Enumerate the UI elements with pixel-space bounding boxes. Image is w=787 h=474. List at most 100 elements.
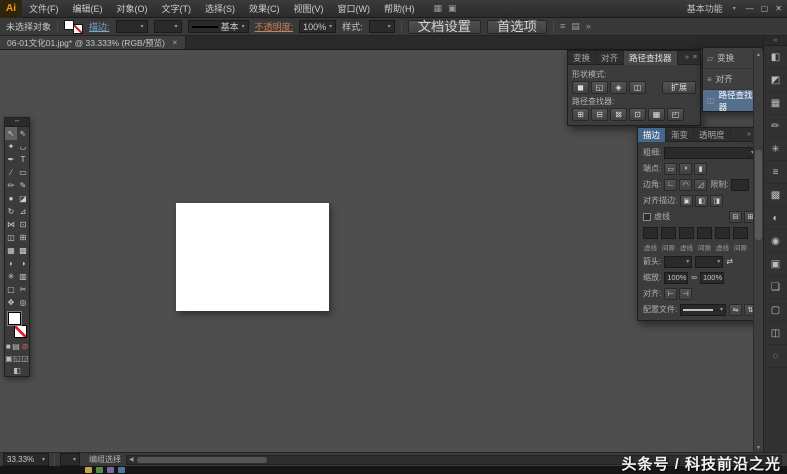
taskbar-icon[interactable] — [85, 467, 92, 473]
symbols-panel-icon[interactable]: ✳ — [764, 138, 787, 161]
panel-tab[interactable]: 渐变 — [666, 127, 695, 142]
draw-inside-button[interactable]: ◲ — [21, 354, 29, 363]
symbol-sprayer-tool[interactable]: ✳ — [5, 270, 17, 283]
expand-button[interactable]: 扩展 — [662, 81, 696, 94]
gap-field[interactable] — [661, 226, 676, 239]
panel-menu-icon[interactable]: ≡ — [693, 54, 697, 61]
more-options-icon[interactable]: » — [586, 21, 591, 32]
screen-mode-button[interactable]: ◧ — [13, 366, 21, 375]
dash-field[interactable] — [679, 226, 694, 239]
link-scale-icon[interactable]: ∞ — [691, 273, 697, 282]
stroke-inside-button[interactable]: ◧ — [695, 194, 709, 207]
crop-button[interactable]: ⊡ — [629, 108, 646, 121]
tools-panel-header[interactable]: •• — [5, 118, 29, 127]
draw-behind-button[interactable]: ◱ — [13, 354, 21, 363]
color-button[interactable]: ■ — [6, 342, 11, 351]
rectangle-tool[interactable]: ▭ — [17, 166, 29, 179]
gap-field[interactable] — [733, 226, 748, 239]
expand-dock-icon[interactable]: « — [764, 36, 787, 46]
exclude-button[interactable]: ◫ — [629, 81, 646, 94]
navigator-panel-icon[interactable]: ◌ — [764, 345, 787, 368]
divide-button[interactable]: ⊞ — [572, 108, 589, 121]
line-segment-tool[interactable]: ∕ — [5, 166, 17, 179]
opacity-link[interactable]: 不透明度: — [255, 20, 294, 33]
stroke-center-button[interactable]: ▣ — [680, 194, 694, 207]
arrow-extend-button[interactable]: ⊢ — [664, 287, 678, 300]
magic-wand-tool[interactable]: ✦ — [5, 140, 17, 153]
minimize-button[interactable]: — — [746, 4, 754, 13]
vertical-scrollbar[interactable]: ▲ ▼ — [753, 50, 763, 452]
projecting-cap-button[interactable]: ▮ — [694, 162, 708, 175]
transform-icon[interactable]: ▤ — [571, 21, 580, 32]
perspective-grid-tool[interactable]: ⊞ — [17, 231, 29, 244]
transparency-panel-icon[interactable]: ◐ — [764, 207, 787, 230]
round-cap-button[interactable]: ◖ — [679, 162, 693, 175]
none-button[interactable]: ⊘ — [21, 342, 28, 351]
arrow-scale-start-field[interactable]: 100% — [664, 271, 689, 284]
scroll-down-icon[interactable]: ▼ — [754, 443, 763, 452]
opacity-dropdown[interactable]: 100% ▾ — [299, 20, 337, 33]
links-panel-icon[interactable]: ◫ — [764, 322, 787, 345]
menu-item[interactable]: 编辑(E) — [66, 0, 110, 18]
outline-button[interactable]: ▦ — [648, 108, 665, 121]
menu-item[interactable]: 视图(V) — [287, 0, 331, 18]
weight-dropdown[interactable]: ▾ — [664, 146, 757, 159]
intersect-button[interactable]: ◈ — [610, 81, 627, 94]
artboard-nav-dropdown[interactable]: ▾ — [60, 453, 80, 466]
rotate-tool[interactable]: ↻ — [5, 205, 17, 218]
minus-back-button[interactable]: ◰ — [667, 108, 684, 121]
type-tool[interactable]: T — [17, 153, 29, 166]
flip-along-button[interactable]: ⇋ — [729, 303, 742, 316]
chevron-down-icon[interactable]: ▾ — [733, 5, 736, 12]
preferences-button[interactable]: 首选项 — [487, 19, 547, 34]
pen-tool[interactable]: ✒ — [5, 153, 17, 166]
variable-width-dropdown[interactable]: ▾ — [153, 20, 182, 33]
dash-field[interactable] — [643, 226, 658, 239]
brush-definition-dropdown[interactable]: 基本 ▾ — [187, 20, 249, 33]
close-icon[interactable]: ✕ — [172, 39, 178, 47]
artboards-panel-icon[interactable]: ▢ — [764, 299, 787, 322]
color-guide-panel-icon[interactable]: ◩ — [764, 69, 787, 92]
swatches-panel-icon[interactable]: ▦ — [764, 92, 787, 115]
arrow-place-button[interactable]: ⊣ — [679, 287, 693, 300]
stroke-weight-dropdown[interactable]: ▾ — [115, 20, 148, 33]
swap-arrowheads-icon[interactable]: ⇄ — [726, 257, 733, 266]
arrow-start-dropdown[interactable]: ▾ — [664, 255, 693, 268]
width-tool[interactable]: ⋈ — [5, 218, 17, 231]
blob-brush-tool[interactable]: ● — [5, 192, 17, 205]
document-tab[interactable]: 06-01文化01.jpg* @ 33.333% (RGB/预览) ✕ — [0, 36, 186, 49]
stroke-outside-button[interactable]: ◨ — [710, 194, 724, 207]
maximize-button[interactable]: ▢ — [761, 4, 769, 13]
arrange-documents-icon[interactable]: ▣ — [448, 3, 457, 14]
taskbar-icon[interactable] — [118, 467, 125, 473]
pencil-tool[interactable]: ✎ — [17, 179, 29, 192]
eyedropper-tool[interactable]: ◗ — [5, 257, 17, 270]
scroll-up-icon[interactable]: ▲ — [754, 50, 763, 59]
panel-tab[interactable]: 路径查找器 — [624, 50, 678, 65]
taskbar-icon[interactable] — [96, 467, 103, 473]
menu-item[interactable]: 窗口(W) — [331, 0, 378, 18]
scale-tool[interactable]: ⊿ — [17, 205, 29, 218]
brushes-panel-icon[interactable]: ✏ — [764, 115, 787, 138]
dashed-line-checkbox[interactable] — [643, 212, 651, 221]
zoom-dropdown[interactable]: 33.33% ▾ — [3, 453, 49, 466]
shape-builder-tool[interactable]: ◫ — [5, 231, 17, 244]
preserve-dash-button[interactable]: ⊟ — [729, 210, 742, 223]
menu-item[interactable]: 对象(O) — [110, 0, 155, 18]
draw-normal-button[interactable]: ▣ — [5, 354, 13, 363]
collapse-icon[interactable]: » — [685, 54, 689, 61]
menu-item[interactable]: 帮助(H) — [377, 0, 422, 18]
eraser-tool[interactable]: ◪ — [17, 192, 29, 205]
slice-tool[interactable]: ✂ — [17, 283, 29, 296]
appearance-panel-icon[interactable]: ◉ — [764, 230, 787, 253]
unite-button[interactable]: ◼ — [572, 81, 589, 94]
color-panel-icon[interactable]: ◧ — [764, 46, 787, 69]
hand-tool[interactable]: ✥ — [5, 296, 17, 309]
workspace-switcher[interactable]: 基本功能 — [687, 2, 723, 15]
stroke-swatch[interactable] — [73, 23, 84, 34]
trim-button[interactable]: ⊟ — [591, 108, 608, 121]
dash-field[interactable] — [715, 226, 730, 239]
lasso-tool[interactable]: ◡ — [17, 140, 29, 153]
panel-tab[interactable]: 透明度 — [694, 127, 731, 142]
stroke-panel-icon[interactable]: ≡ — [764, 161, 787, 184]
